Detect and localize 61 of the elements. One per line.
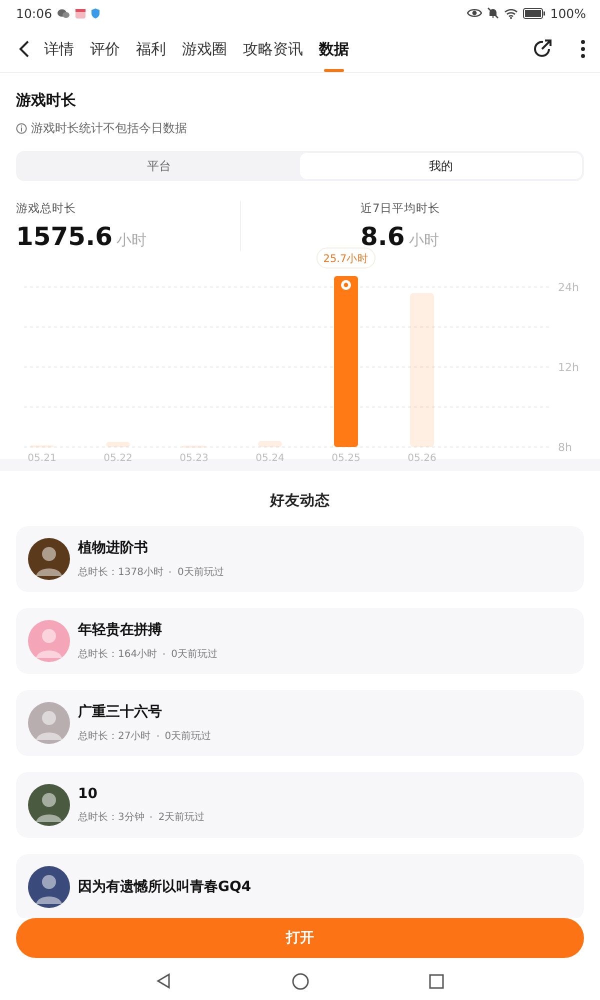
recents-icon[interactable] bbox=[429, 974, 444, 988]
friend-card[interactable]: 年轻贵在拼搏 总时长：164小时 0天前玩过 bbox=[16, 608, 584, 674]
axis-tick-label: 8h bbox=[558, 441, 572, 454]
stat-label: 近7日平均时长 bbox=[360, 201, 441, 216]
value-tooltip: 25.7小时 bbox=[316, 248, 376, 268]
friend-name: 广重三十六号 bbox=[78, 703, 163, 721]
segment-tab[interactable]: 我的 bbox=[300, 153, 582, 179]
tab[interactable]: 攻略资讯 bbox=[235, 26, 311, 72]
info-note: 游戏时长统计不包括今日数据 bbox=[31, 120, 187, 137]
axis-tick-label: 05.22 bbox=[104, 453, 132, 464]
axis-tick-label: 05.26 bbox=[408, 453, 436, 464]
stat-unit: 小时 bbox=[116, 231, 146, 250]
tab[interactable]: 评价 bbox=[82, 26, 128, 72]
wifi-icon bbox=[504, 8, 518, 18]
axis-tick-label: 05.24 bbox=[256, 453, 284, 464]
last-played: 0天前玩过 bbox=[164, 730, 212, 743]
friend-card[interactable]: 广重三十六号 总时长：27小时 0天前玩过 bbox=[16, 690, 584, 756]
tab[interactable]: 详情 bbox=[36, 26, 82, 72]
play-total: 总时长：1378小时 bbox=[78, 566, 164, 579]
calendar-icon bbox=[75, 8, 86, 18]
friend-card[interactable]: 植物进阶书 总时长：1378小时 0天前玩过 bbox=[16, 526, 584, 592]
play-total: 总时长：27小时 bbox=[78, 730, 151, 743]
share-icon[interactable] bbox=[532, 38, 554, 60]
shield-icon bbox=[91, 8, 100, 18]
axis-tick-label: 12h bbox=[558, 361, 579, 374]
axis-tick-label: 05.25 bbox=[332, 453, 360, 464]
play-total: 总时长：3分钟 bbox=[78, 810, 144, 824]
axis-tick-label: 05.21 bbox=[28, 453, 56, 464]
play-total: 总时长：164小时 bbox=[78, 648, 158, 661]
friend-card[interactable]: 10 总时长：3分钟 2天前玩过 bbox=[16, 772, 584, 838]
friend-name: 因为有遗憾所以叫青春GQ4 bbox=[78, 878, 252, 896]
status-time: 10:06 bbox=[16, 6, 52, 20]
axis-tick-label: 24h bbox=[558, 281, 579, 294]
stat-unit: 小时 bbox=[408, 231, 439, 250]
stat-label: 游戏总时长 bbox=[16, 201, 77, 216]
eye-icon bbox=[467, 8, 482, 18]
last-played: 0天前玩过 bbox=[177, 566, 224, 579]
friend-name: 10 bbox=[78, 786, 98, 802]
section-title: 好友动态 bbox=[268, 492, 331, 511]
friend-name: 植物进阶书 bbox=[78, 539, 149, 557]
battery-icon bbox=[523, 8, 546, 18]
battery-level: 100% bbox=[550, 6, 586, 20]
last-played: 2天前玩过 bbox=[158, 810, 205, 824]
stat-value: 1575.6 bbox=[16, 222, 112, 251]
tab[interactable]: 福利 bbox=[128, 26, 174, 72]
friend-card[interactable]: 因为有遗憾所以叫青春GQ4 bbox=[16, 854, 584, 918]
tab[interactable]: 游戏圈 bbox=[174, 26, 235, 72]
segment-tab[interactable]: 平台 bbox=[18, 153, 300, 179]
back-icon[interactable] bbox=[156, 973, 172, 989]
home-icon[interactable] bbox=[292, 972, 309, 990]
axis-tick-label: 05.23 bbox=[180, 453, 208, 464]
back-icon[interactable] bbox=[18, 40, 30, 58]
tab[interactable]: 数据 bbox=[311, 26, 357, 72]
section-title: 游戏时长 bbox=[16, 91, 77, 110]
friend-name: 年轻贵在拼搏 bbox=[78, 621, 163, 639]
bell-off-icon bbox=[487, 7, 500, 19]
last-played: 0天前玩过 bbox=[171, 648, 218, 661]
selected-marker-icon bbox=[341, 280, 351, 290]
chat-icon bbox=[57, 8, 70, 18]
more-icon[interactable] bbox=[580, 39, 586, 59]
info-icon bbox=[16, 123, 27, 134]
